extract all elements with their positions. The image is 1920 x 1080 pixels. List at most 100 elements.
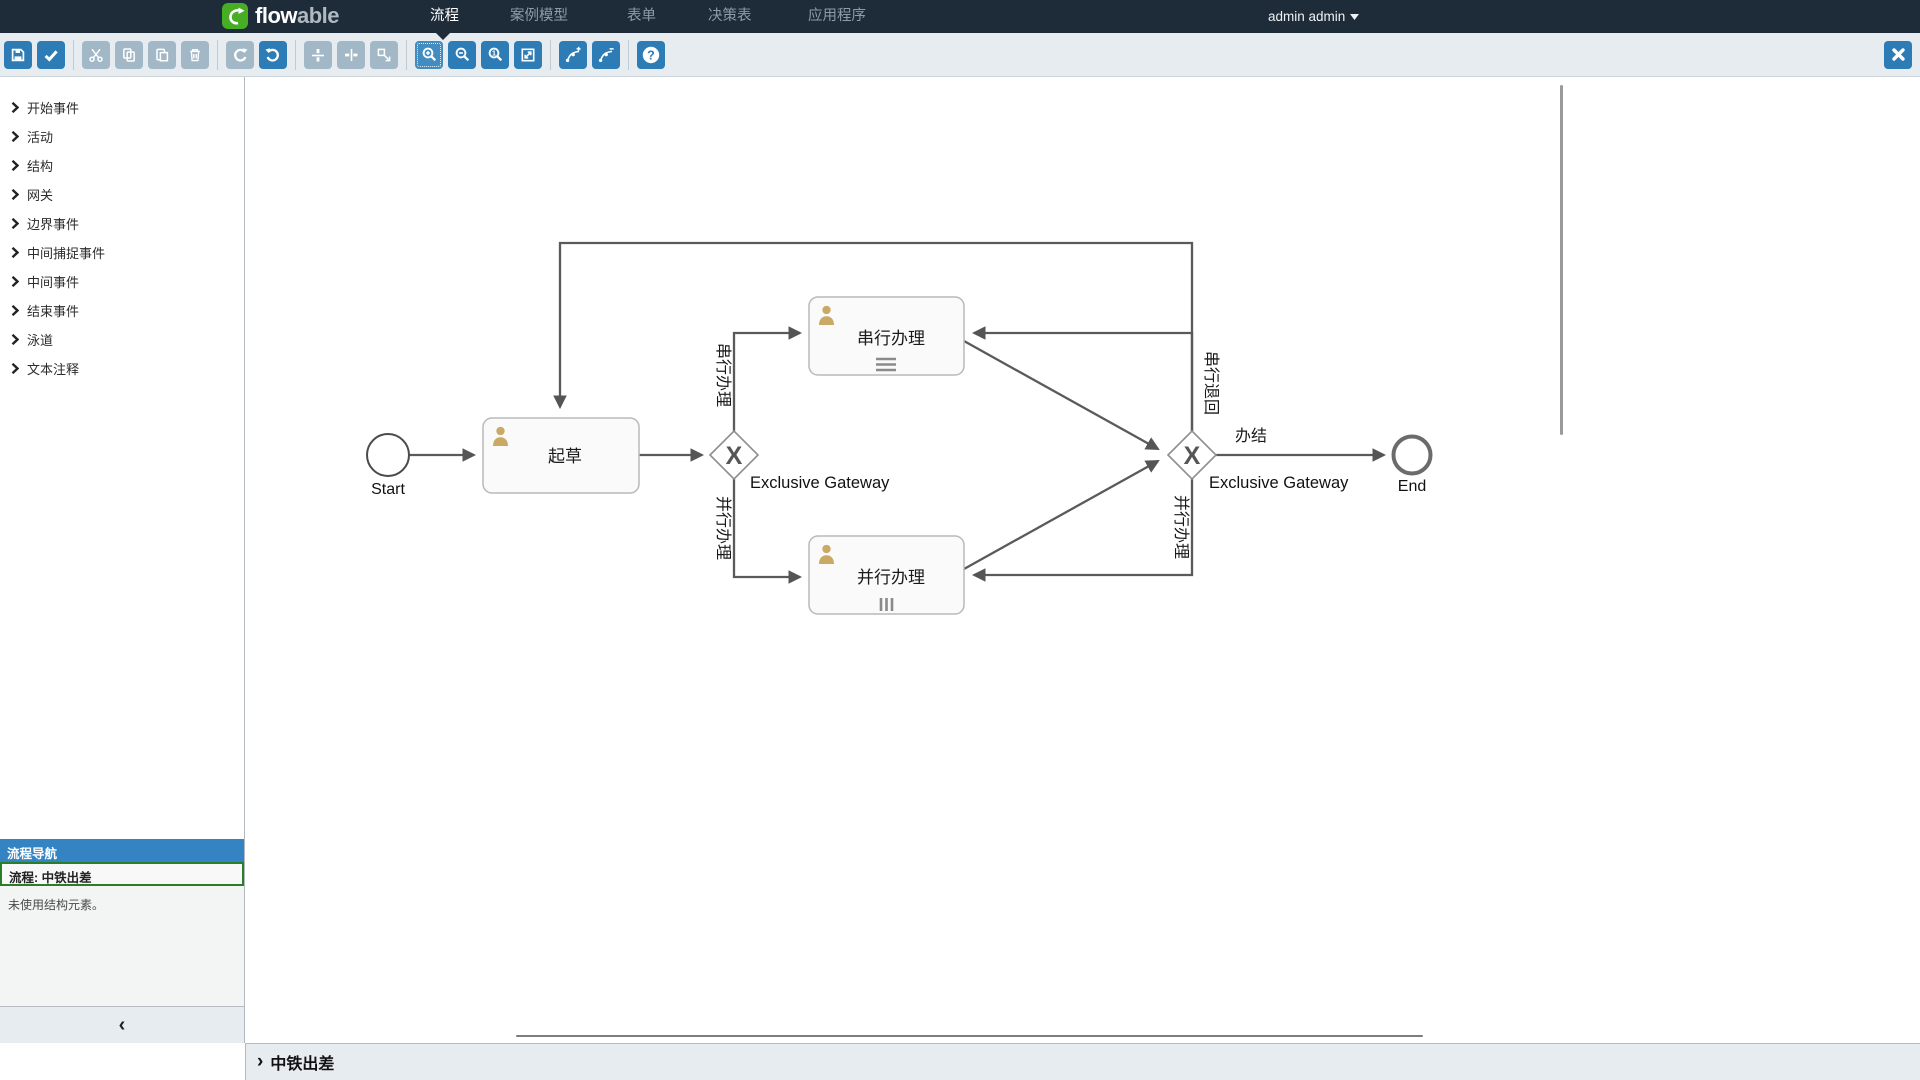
flow-serial-return[interactable] bbox=[974, 333, 1192, 431]
toolbar-divider bbox=[73, 40, 74, 70]
remove-bendpoint-icon bbox=[598, 46, 615, 63]
end-event[interactable] bbox=[1394, 437, 1431, 474]
cut-button[interactable] bbox=[82, 41, 110, 69]
flowable-logo-icon bbox=[222, 3, 248, 29]
start-event[interactable] bbox=[367, 434, 409, 476]
palette-item-activities[interactable]: 活动 bbox=[0, 122, 244, 151]
top-navbar: flowable 流程 案例模型 表单 决策表 应用程序 admin admin bbox=[0, 0, 1920, 33]
tab-decision-tables[interactable]: 决策表 bbox=[708, 0, 752, 33]
bpmn-canvas[interactable]: Start 起草 X Exclusive Gateway 串行办理 并行办理 X… bbox=[245, 77, 1920, 1043]
task-serial-label: 串行办理 bbox=[857, 329, 925, 348]
redo-button[interactable] bbox=[226, 41, 254, 69]
palette-item-intermediate-catching-events[interactable]: 中间捕捉事件 bbox=[0, 238, 244, 267]
chevron-right-icon bbox=[11, 131, 19, 142]
palette-collapse-bar[interactable]: ‹ bbox=[0, 1006, 244, 1043]
palette-item-text-annotation[interactable]: 文本注释 bbox=[0, 354, 244, 383]
zoom-out-button[interactable] bbox=[448, 41, 476, 69]
save-button[interactable] bbox=[4, 41, 32, 69]
palette-list: 开始事件 活动 结构 网关 边界事件 中间捕捉事件 bbox=[0, 77, 244, 839]
zoom-fit-button[interactable] bbox=[514, 41, 542, 69]
redo-icon bbox=[232, 47, 248, 63]
palette-item-label: 结束事件 bbox=[27, 301, 79, 320]
process-navigator-panel: 流程导航 流程: 中铁出差 未使用结构元素。 bbox=[0, 839, 244, 1006]
palette-item-label: 开始事件 bbox=[27, 98, 79, 117]
align-horizontal-button[interactable] bbox=[337, 41, 365, 69]
process-navigator-header: 流程导航 bbox=[0, 839, 244, 862]
zoom-actual-icon: 1 bbox=[487, 46, 504, 63]
undo-icon bbox=[265, 47, 281, 63]
palette-item-label: 文本注释 bbox=[27, 359, 79, 378]
chevron-right-icon bbox=[11, 189, 19, 200]
help-icon: ? bbox=[641, 45, 661, 65]
user-menu-label: admin admin bbox=[1268, 0, 1345, 33]
align-vertical-button[interactable] bbox=[304, 41, 332, 69]
edge-label-serial: 串行办理 bbox=[714, 343, 732, 407]
palette-item-intermediate-events[interactable]: 中间事件 bbox=[0, 267, 244, 296]
tab-forms[interactable]: 表单 bbox=[627, 0, 656, 33]
flow-parallel-to-gateway2[interactable] bbox=[964, 461, 1158, 569]
add-bendpoint-button[interactable] bbox=[559, 41, 587, 69]
align-vertical-icon bbox=[310, 47, 326, 63]
zoom-out-icon bbox=[454, 46, 471, 63]
process-navigator-note: 未使用结构元素。 bbox=[0, 886, 244, 913]
palette-item-swimlanes[interactable]: 泳道 bbox=[0, 325, 244, 354]
palette-item-end-events[interactable]: 结束事件 bbox=[0, 296, 244, 325]
copy-button[interactable] bbox=[115, 41, 143, 69]
flowable-logo: flowable bbox=[222, 3, 339, 29]
close-x-icon bbox=[1891, 47, 1906, 62]
zoom-in-button[interactable] bbox=[415, 41, 443, 69]
paste-icon bbox=[154, 47, 170, 63]
zoom-actual-button[interactable]: 1 bbox=[481, 41, 509, 69]
canvas-horizontal-scrollbar[interactable] bbox=[516, 1035, 1423, 1037]
palette-item-start-events[interactable]: 开始事件 bbox=[0, 93, 244, 122]
expand-right-icon: › bbox=[257, 1052, 263, 1071]
palette-item-structural[interactable]: 结构 bbox=[0, 151, 244, 180]
palette-item-gateways[interactable]: 网关 bbox=[0, 180, 244, 209]
undo-button[interactable] bbox=[259, 41, 287, 69]
editor-toolbar: 1 ? bbox=[0, 33, 1920, 77]
palette-item-label: 边界事件 bbox=[27, 214, 79, 233]
palette-item-boundary-events[interactable]: 边界事件 bbox=[0, 209, 244, 238]
zoom-in-icon bbox=[421, 46, 438, 63]
palette-item-label: 中间事件 bbox=[27, 272, 79, 291]
property-panel-header[interactable]: › 中铁出差 bbox=[245, 1043, 1920, 1080]
process-navigator-current[interactable]: 流程: 中铁出差 bbox=[0, 862, 244, 886]
help-button[interactable]: ? bbox=[637, 41, 665, 69]
tab-case-models[interactable]: 案例模型 bbox=[510, 0, 568, 33]
flow-parallel[interactable] bbox=[734, 479, 800, 577]
flow-serial[interactable] bbox=[734, 333, 800, 431]
remove-bendpoint-button[interactable] bbox=[592, 41, 620, 69]
flow-parallel-return[interactable] bbox=[974, 479, 1192, 575]
user-menu[interactable]: admin admin bbox=[1268, 0, 1359, 33]
add-bendpoint-icon bbox=[565, 46, 582, 63]
validate-button[interactable] bbox=[37, 41, 65, 69]
palette-item-label: 泳道 bbox=[27, 330, 53, 349]
edge-label-serial-return: 串行退回 bbox=[1202, 351, 1220, 415]
tab-apps[interactable]: 应用程序 bbox=[808, 0, 866, 33]
paste-button[interactable] bbox=[148, 41, 176, 69]
delete-button[interactable] bbox=[181, 41, 209, 69]
canvas-vertical-scrollbar[interactable] bbox=[1560, 85, 1563, 435]
collapse-left-icon[interactable]: ‹ bbox=[119, 1015, 126, 1035]
toolbar-divider bbox=[295, 40, 296, 70]
edge-label-parallel: 并行办理 bbox=[714, 496, 732, 560]
palette-sidebar: 开始事件 活动 结构 网关 边界事件 中间捕捉事件 bbox=[0, 77, 245, 1043]
edge-label-finish: 办结 bbox=[1235, 427, 1267, 445]
toolbar-divider bbox=[406, 40, 407, 70]
end-event-label: End bbox=[1398, 478, 1426, 495]
validate-check-icon bbox=[43, 47, 59, 63]
flow-serial-to-gateway2[interactable] bbox=[964, 341, 1158, 449]
process-title: 中铁出差 bbox=[270, 1050, 334, 1074]
close-editor-button[interactable] bbox=[1884, 41, 1912, 69]
gateway2-label: Exclusive Gateway bbox=[1209, 474, 1349, 492]
chevron-right-icon bbox=[11, 363, 19, 374]
chevron-right-icon bbox=[11, 334, 19, 345]
gateway-x-glyph: X bbox=[726, 442, 743, 470]
toolbar-divider bbox=[217, 40, 218, 70]
same-size-button[interactable] bbox=[370, 41, 398, 69]
chevron-right-icon bbox=[11, 276, 19, 287]
chevron-right-icon bbox=[11, 102, 19, 113]
bpmn-diagram: Start 起草 X Exclusive Gateway 串行办理 并行办理 X… bbox=[245, 77, 1919, 1043]
palette-item-label: 中间捕捉事件 bbox=[27, 243, 105, 262]
tab-processes[interactable]: 流程 bbox=[430, 0, 459, 33]
